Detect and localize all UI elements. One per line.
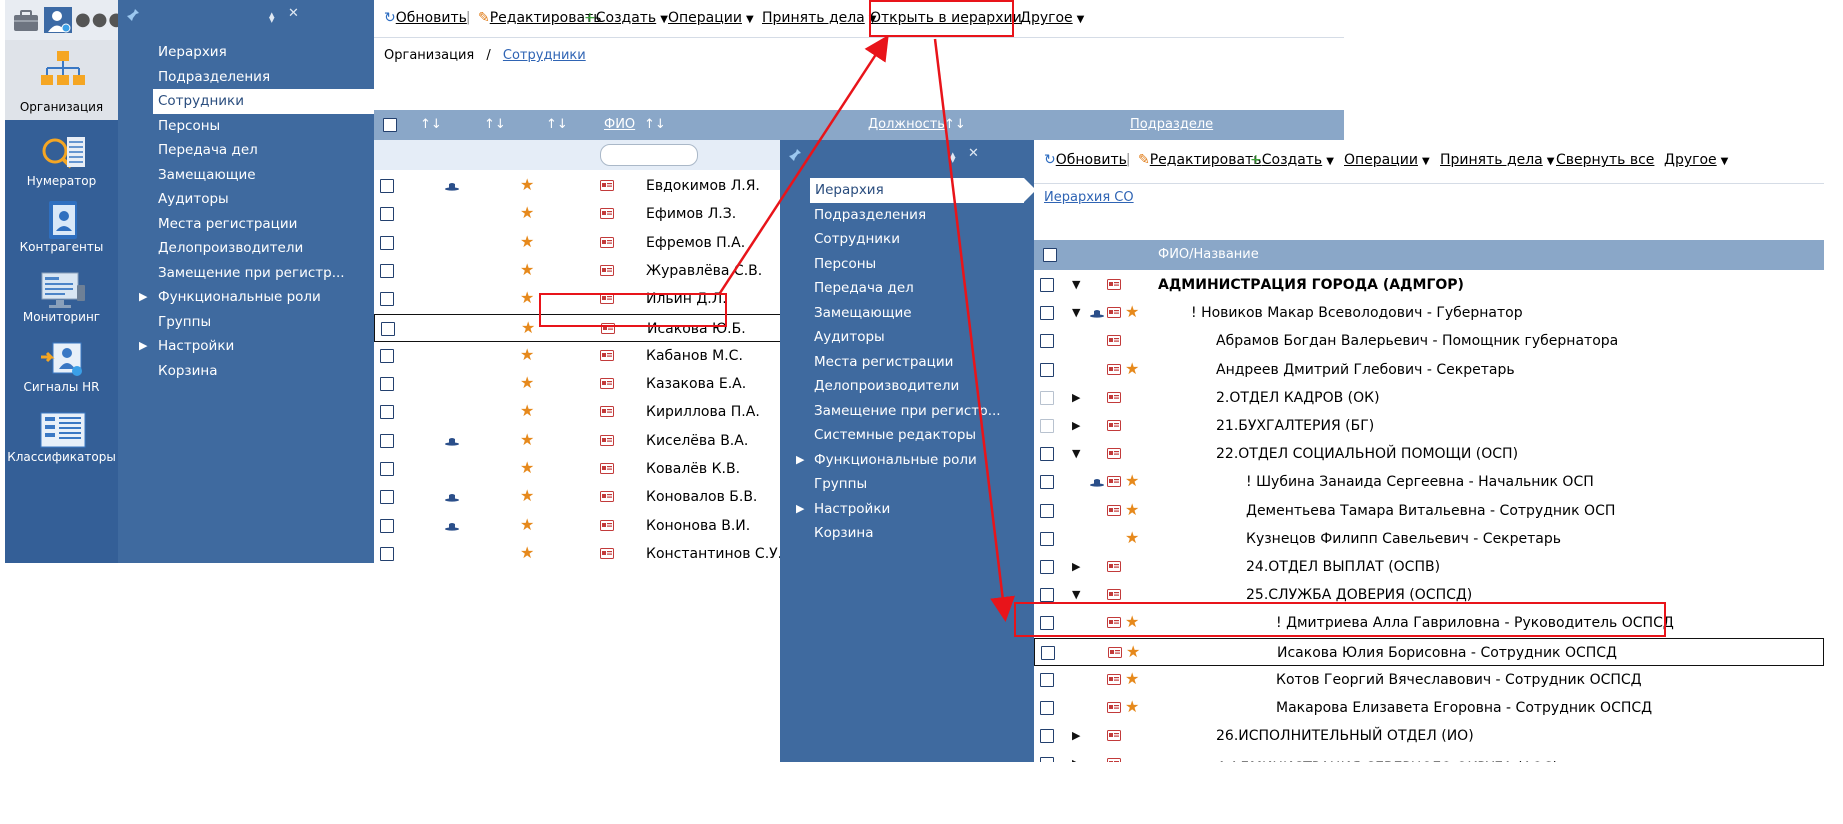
arrow-to-row: [933, 38, 1016, 622]
arrow-to-button: [718, 34, 889, 294]
annotation-arrows: [718, 34, 1016, 622]
